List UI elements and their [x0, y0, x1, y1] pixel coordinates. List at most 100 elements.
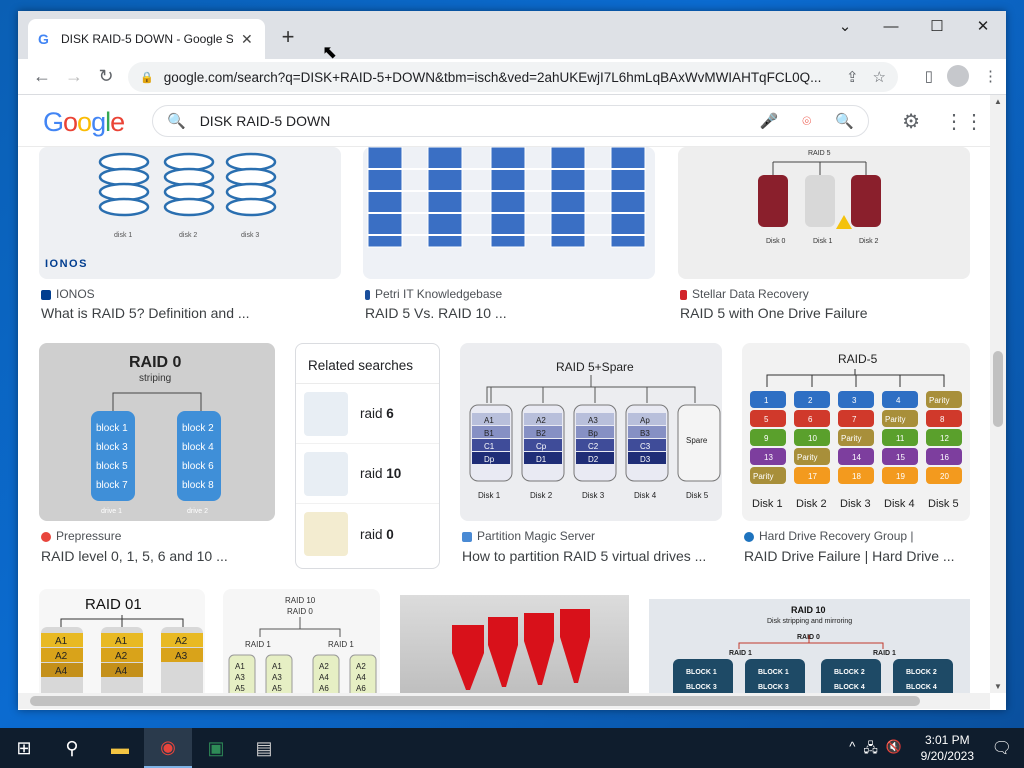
result-source[interactable]: Prepressure [41, 529, 121, 543]
result-source[interactable]: Stellar Data Recovery [680, 287, 809, 301]
forward-button[interactable]: → [58, 66, 90, 87]
apps-grid-icon[interactable]: ⋮⋮ [944, 109, 984, 134]
image-result[interactable]: Petri IT Knowledgebase RAID 5 Vs. RAID 1… [363, 147, 655, 327]
microphone-icon[interactable]: 🎤 [760, 112, 779, 130]
server-manager-icon[interactable]: ▤ [240, 728, 288, 768]
result-source[interactable]: Hard Drive Recovery Group | [744, 529, 914, 543]
system-clock[interactable]: 3:01 PM 9/20/2023 [921, 732, 974, 764]
red-funnels-photo [452, 609, 590, 690]
lock-icon[interactable]: 🔒 [140, 71, 154, 84]
image-result[interactable]: RAID 5+Spare A1 B1 C1 Dp Disk 1 A2 B2 Cp D1 Disk … [460, 343, 722, 569]
app-taskbar-icon[interactable]: ▣ [192, 728, 240, 768]
result-thumbnail[interactable]: RAID-5 1 5 9 13 Parity Disk 1 2 6 10 Parity 17 Disk… [742, 343, 970, 521]
related-search-item[interactable]: raid 10 [296, 444, 439, 504]
disk-label: Disk 0 [766, 238, 786, 245]
network-icon[interactable]: 🖧 [863, 739, 878, 761]
result-thumbnail[interactable]: RAID 10 Disk stripping and mirroring RAI… [649, 599, 970, 693]
reload-button[interactable]: ↻ [90, 66, 122, 87]
back-button[interactable]: ← [26, 66, 58, 87]
cell-label: Cp [536, 442, 547, 451]
side-panel-icon[interactable]: ▯ [925, 67, 933, 85]
new-tab-button[interactable]: + [278, 24, 298, 50]
cell-label: 20 [940, 472, 949, 481]
google-logo[interactable]: Google [43, 107, 125, 138]
vertical-scroll-thumb[interactable] [993, 351, 1003, 427]
file-explorer-icon[interactable]: ▬ [96, 728, 144, 768]
browser-menu-icon[interactable]: ⋮ [983, 67, 998, 85]
result-caption[interactable]: RAID 5 with One Drive Failure [680, 305, 868, 321]
cell-label: A3 [272, 673, 282, 682]
result-thumbnail[interactable]: RAID 5+Spare A1 B1 C1 Dp Disk 1 A2 B2 Cp D1 Disk … [460, 343, 722, 521]
horizontal-scroll-thumb[interactable] [30, 696, 920, 706]
search-icon: 🔍 [167, 113, 186, 130]
search-input[interactable] [199, 113, 746, 129]
result-source[interactable]: Petri IT Knowledgebase [365, 287, 502, 301]
cell-label: C3 [640, 442, 651, 451]
cell-label: 15 [896, 453, 905, 462]
related-search-item[interactable]: raid 6 [296, 384, 439, 444]
stellar-favicon-icon [680, 289, 687, 300]
diagram-heading: RAID 5 [808, 150, 831, 157]
result-thumbnail[interactable] [363, 147, 655, 279]
volume-muted-icon[interactable]: 🔇 [886, 739, 902, 761]
cell-label: D2 [588, 455, 599, 464]
image-result[interactable]: RAID-5 1 5 9 13 Parity Disk 1 2 6 10 Parity 17 Disk… [742, 343, 970, 569]
cell-label: B3 [640, 429, 650, 438]
result-caption[interactable]: RAID level 0, 1, 5, 6 and 10 ... [41, 548, 228, 564]
address-bar[interactable]: 🔒 google.com/search?q=DISK+RAID-5+DOWN&t… [128, 62, 898, 92]
result-caption[interactable]: What is RAID 5? Definition and ... [41, 305, 250, 321]
diagram-title: RAID 10 [285, 596, 316, 605]
result-thumbnail[interactable]: RAID 01 A1 A2 A4 A1 A2 A4 A2 A3 [39, 589, 205, 693]
minimize-button[interactable]: — [868, 11, 914, 41]
chrome-taskbar-icon[interactable]: ◉ [144, 728, 192, 768]
image-result[interactable]: RAID 01 A1 A2 A4 A1 A2 A4 A2 A3 [39, 589, 205, 693]
profile-avatar[interactable] [947, 65, 969, 87]
search-taskbar-icon[interactable]: ⚲ [48, 728, 96, 768]
start-button[interactable]: ⊞ [0, 728, 48, 768]
notification-icon[interactable]: 🗨 [992, 738, 1012, 758]
cell-label: A6 [319, 684, 329, 693]
disk-label: Disk 5 [928, 498, 959, 510]
settings-gear-icon[interactable]: ⚙ [902, 109, 920, 134]
search-box[interactable]: 🔍 🎤 ⌾ 🔍 [152, 105, 869, 137]
cell-label: A4 [356, 673, 366, 682]
chevron-up-icon[interactable]: ^ [849, 739, 855, 761]
result-thumbnail[interactable]: RAID 10 RAID 0 RAID 1 RAID 1 A1 A3 A5 A1 A3 A… [223, 589, 380, 693]
result-thumbnail[interactable]: RAID 5 Disk 0 Disk 1 Disk 2 [678, 147, 970, 279]
close-window-button[interactable]: ✕ [960, 11, 1006, 41]
result-thumbnail[interactable]: disk 1 disk 2 disk 3 IONOS [39, 147, 341, 279]
result-caption[interactable]: RAID 5 Vs. RAID 10 ... [365, 305, 507, 321]
result-caption[interactable]: RAID Drive Failure | Hard Drive ... [744, 548, 955, 564]
cell-label: 19 [896, 472, 905, 481]
bookmark-star-icon[interactable]: ☆ [873, 68, 886, 86]
result-caption[interactable]: How to partition RAID 5 virtual drives .… [462, 548, 706, 564]
image-result[interactable]: RAID 5 Disk 0 Disk 1 Disk 2 Stellar Data… [678, 147, 970, 327]
cell-label: 5 [764, 415, 769, 424]
share-icon[interactable]: ⇪ [846, 68, 859, 86]
image-result[interactable]: RAID 10 Disk stripping and mirroring RAI… [649, 599, 970, 693]
cell-label: 11 [896, 434, 905, 443]
tab-search-icon[interactable]: ⌄ [822, 11, 868, 41]
diagram-title: RAID 0 [129, 354, 182, 371]
image-result[interactable]: disk 1 disk 2 disk 3 IONOS IONOS What is… [39, 147, 341, 327]
image-result[interactable]: RAID 0 striping block 1 block 3 block 5 … [39, 343, 275, 569]
image-result[interactable] [400, 595, 629, 693]
cell-label: 12 [940, 434, 949, 443]
vertical-scrollbar[interactable]: ▲ ▼ [990, 95, 1006, 693]
close-tab-icon[interactable]: ✕ [241, 31, 253, 48]
result-thumbnail[interactable] [400, 595, 629, 693]
horizontal-scrollbar[interactable] [18, 693, 990, 709]
related-search-item[interactable]: raid 0 [296, 504, 439, 564]
result-thumbnail[interactable]: RAID 0 striping block 1 block 3 block 5 … [39, 343, 275, 521]
lens-camera-icon[interactable]: ⌾ [802, 113, 811, 130]
diagram-title: RAID 10 [791, 605, 826, 615]
url-text[interactable]: google.com/search?q=DISK+RAID-5+DOWN&tbm… [164, 70, 832, 85]
search-submit-icon[interactable]: 🔍 [835, 112, 854, 130]
raid5-failure-image: RAID 5 Disk 0 Disk 1 Disk 2 [758, 150, 881, 245]
maximize-button[interactable]: ☐ [914, 11, 960, 41]
disk-label: Disk 1 [813, 238, 833, 245]
image-result[interactable]: RAID 10 RAID 0 RAID 1 RAID 1 A1 A3 A5 A1 A3 A… [223, 589, 380, 693]
result-source[interactable]: IONOS [41, 287, 95, 301]
browser-tab[interactable]: G DISK RAID-5 DOWN - Google Se ✕ [28, 19, 265, 59]
result-source[interactable]: Partition Magic Server [462, 529, 595, 543]
